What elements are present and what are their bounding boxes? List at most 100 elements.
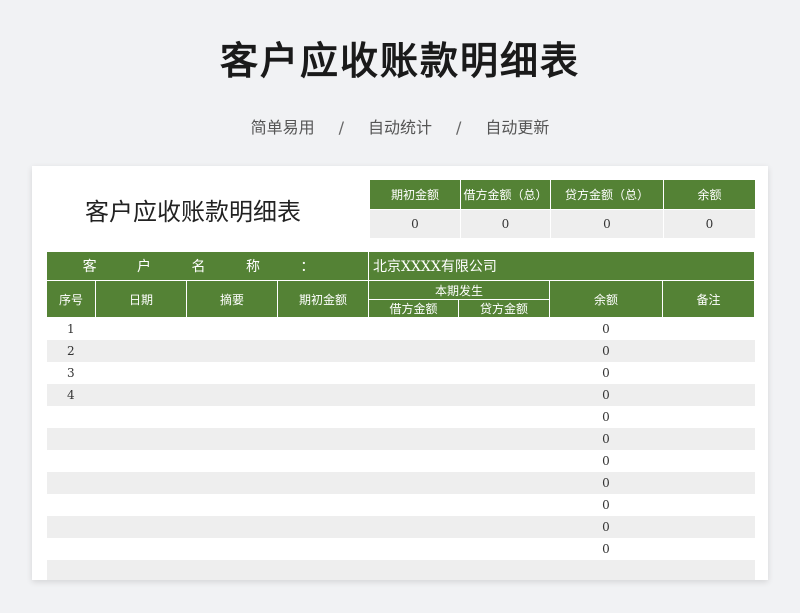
cell-summary[interactable]: [186, 538, 278, 560]
cell-summary[interactable]: [186, 428, 278, 450]
cell-seq[interactable]: 1: [46, 317, 96, 340]
cell-date[interactable]: [95, 384, 187, 406]
cell-remark[interactable]: [662, 494, 755, 516]
cell-date[interactable]: [95, 494, 187, 516]
cell-seq[interactable]: 2: [46, 340, 96, 362]
cell-credit[interactable]: [458, 384, 550, 406]
cell-debit[interactable]: [368, 560, 459, 580]
cell-seq[interactable]: [46, 538, 96, 560]
cell-opening[interactable]: [277, 450, 369, 472]
cell-summary[interactable]: [186, 450, 278, 472]
cell-balance[interactable]: 0: [549, 516, 663, 538]
cell-seq[interactable]: 4: [46, 384, 96, 406]
cell-seq[interactable]: [46, 516, 96, 538]
cell-date[interactable]: [95, 538, 187, 560]
cell-summary[interactable]: [186, 494, 278, 516]
cell-date[interactable]: [95, 516, 187, 538]
cell-seq[interactable]: [46, 428, 96, 450]
cell-credit[interactable]: [458, 538, 550, 560]
summary-value-credit[interactable]: 0: [550, 209, 664, 239]
cell-balance[interactable]: [549, 560, 663, 580]
cell-seq[interactable]: [46, 406, 96, 428]
cell-opening[interactable]: [277, 494, 369, 516]
cell-date[interactable]: [95, 362, 187, 384]
cell-debit[interactable]: [368, 538, 459, 560]
cell-remark[interactable]: [662, 472, 755, 494]
cell-remark[interactable]: [662, 362, 755, 384]
cell-summary[interactable]: [186, 317, 278, 340]
cell-seq[interactable]: [46, 472, 96, 494]
cell-date[interactable]: [95, 317, 187, 340]
cell-remark[interactable]: [662, 406, 755, 428]
cell-balance[interactable]: 0: [549, 450, 663, 472]
cell-balance[interactable]: 0: [549, 494, 663, 516]
cell-balance[interactable]: 0: [549, 384, 663, 406]
cell-opening[interactable]: [277, 428, 369, 450]
cell-credit[interactable]: [458, 317, 550, 340]
cell-debit[interactable]: [368, 362, 459, 384]
cell-debit[interactable]: [368, 472, 459, 494]
summary-value-opening[interactable]: 0: [369, 209, 461, 239]
cell-seq[interactable]: [46, 560, 96, 580]
cell-balance[interactable]: 0: [549, 428, 663, 450]
cell-opening[interactable]: [277, 340, 369, 362]
cell-credit[interactable]: [458, 560, 550, 580]
summary-value-balance[interactable]: 0: [663, 209, 756, 239]
cell-debit[interactable]: [368, 384, 459, 406]
cell-summary[interactable]: [186, 384, 278, 406]
cell-remark[interactable]: [662, 538, 755, 560]
cell-date[interactable]: [95, 560, 187, 580]
cell-remark[interactable]: [662, 384, 755, 406]
cell-credit[interactable]: [458, 450, 550, 472]
cell-balance[interactable]: 0: [549, 362, 663, 384]
cell-credit[interactable]: [458, 340, 550, 362]
cell-seq[interactable]: 3: [46, 362, 96, 384]
cell-opening[interactable]: [277, 406, 369, 428]
cell-debit[interactable]: [368, 494, 459, 516]
cell-seq[interactable]: [46, 494, 96, 516]
cell-debit[interactable]: [368, 516, 459, 538]
cell-opening[interactable]: [277, 472, 369, 494]
cell-date[interactable]: [95, 428, 187, 450]
cell-date[interactable]: [95, 340, 187, 362]
cell-opening[interactable]: [277, 538, 369, 560]
cell-opening[interactable]: [277, 362, 369, 384]
cell-remark[interactable]: [662, 340, 755, 362]
cell-credit[interactable]: [458, 472, 550, 494]
cell-summary[interactable]: [186, 362, 278, 384]
summary-value-debit[interactable]: 0: [460, 209, 551, 239]
cell-debit[interactable]: [368, 428, 459, 450]
cell-remark[interactable]: [662, 516, 755, 538]
cell-seq[interactable]: [46, 450, 96, 472]
cell-credit[interactable]: [458, 406, 550, 428]
cell-opening[interactable]: [277, 560, 369, 580]
cell-opening[interactable]: [277, 317, 369, 340]
cell-summary[interactable]: [186, 406, 278, 428]
cell-date[interactable]: [95, 472, 187, 494]
cell-remark[interactable]: [662, 560, 755, 580]
cell-credit[interactable]: [458, 362, 550, 384]
cell-date[interactable]: [95, 406, 187, 428]
cell-balance[interactable]: 0: [549, 472, 663, 494]
cell-balance[interactable]: 0: [549, 538, 663, 560]
cell-balance[interactable]: 0: [549, 317, 663, 340]
cell-opening[interactable]: [277, 384, 369, 406]
cell-debit[interactable]: [368, 450, 459, 472]
cell-date[interactable]: [95, 450, 187, 472]
cell-credit[interactable]: [458, 516, 550, 538]
cell-remark[interactable]: [662, 450, 755, 472]
cell-summary[interactable]: [186, 340, 278, 362]
customer-name-value[interactable]: 北京XXXX有限公司: [368, 251, 755, 281]
cell-remark[interactable]: [662, 428, 755, 450]
cell-balance[interactable]: 0: [549, 406, 663, 428]
cell-credit[interactable]: [458, 494, 550, 516]
cell-debit[interactable]: [368, 406, 459, 428]
cell-summary[interactable]: [186, 516, 278, 538]
cell-debit[interactable]: [368, 317, 459, 340]
cell-balance[interactable]: 0: [549, 340, 663, 362]
cell-debit[interactable]: [368, 340, 459, 362]
cell-summary[interactable]: [186, 560, 278, 580]
cell-opening[interactable]: [277, 516, 369, 538]
cell-summary[interactable]: [186, 472, 278, 494]
cell-remark[interactable]: [662, 317, 755, 340]
